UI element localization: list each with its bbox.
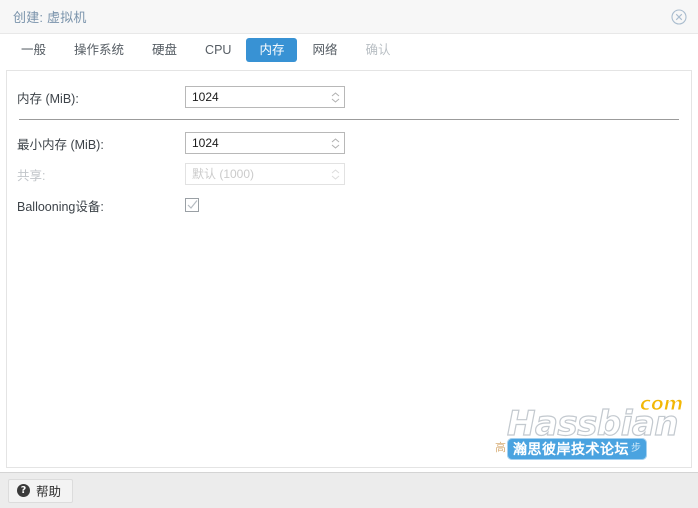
shares-input: 默认 (1000) xyxy=(185,163,345,185)
tab-network[interactable]: 网络 xyxy=(299,38,350,62)
watermark-badge-text: 瀚思彼岸技术论坛 xyxy=(513,441,629,457)
tab-cpu[interactable]: CPU xyxy=(192,38,244,62)
spinner-arrows-icon[interactable] xyxy=(326,87,344,107)
help-button[interactable]: ? 帮助 xyxy=(8,478,74,503)
memory-settings-panel: 内存 (MiB): 1024 最小内存 (MiB): 1024 共享: 默认 (… xyxy=(6,70,692,468)
question-mark-icon: ? xyxy=(17,484,30,497)
spinner-arrows-icon[interactable] xyxy=(326,133,344,153)
tab-disk[interactable]: 硬盘 xyxy=(139,38,190,62)
memory-label: 内存 (MiB): xyxy=(17,91,79,106)
form-row-min-memory: 最小内存 (MiB): 1024 xyxy=(17,129,681,157)
memory-value: 1024 xyxy=(192,90,219,104)
section-divider xyxy=(19,119,679,120)
min-memory-label: 最小内存 (MiB): xyxy=(17,137,104,152)
create-vm-dialog: 创建: 虚拟机 一般 操作系统 硬盘 CPU 内存 网络 确认 内存 (MiB)… xyxy=(0,0,698,508)
tab-confirm: 确认 xyxy=(365,43,391,57)
watermark-badge: 瀚思彼岸技术论坛 步 xyxy=(507,438,647,460)
close-icon[interactable] xyxy=(669,7,689,27)
dialog-titlebar: 创建: 虚拟机 xyxy=(0,0,698,34)
form-row-shares: 共享: 默认 (1000) xyxy=(17,160,681,188)
memory-form: 内存 (MiB): 1024 最小内存 (MiB): 1024 共享: 默认 (… xyxy=(7,71,691,219)
watermark-badge-extra: 步 xyxy=(631,443,641,454)
watermark-behind-text: 高 xyxy=(495,442,506,454)
memory-input[interactable]: 1024 xyxy=(185,86,345,108)
min-memory-value: 1024 xyxy=(192,136,219,150)
min-memory-input[interactable]: 1024 xyxy=(185,132,345,154)
check-icon xyxy=(187,200,197,209)
spinner-arrows-icon xyxy=(326,164,344,184)
tab-os[interactable]: 操作系统 xyxy=(61,38,137,62)
watermark-tld: com xyxy=(639,393,684,415)
dialog-toolbar: ? 帮助 xyxy=(0,472,698,508)
help-button-label: 帮助 xyxy=(36,485,62,499)
shares-placeholder: 默认 (1000) xyxy=(192,167,255,181)
ballooning-checkbox[interactable] xyxy=(185,198,199,212)
watermark-brand: Hassbian xyxy=(506,404,679,444)
tab-general[interactable]: 一般 xyxy=(8,38,59,62)
tab-memory[interactable]: 内存 xyxy=(246,38,298,62)
ballooning-label: Ballooning设备: xyxy=(17,199,104,214)
form-row-memory: 内存 (MiB): 1024 xyxy=(17,83,681,111)
wizard-tabbar: 一般 操作系统 硬盘 CPU 内存 网络 确认 xyxy=(0,34,698,66)
shares-label: 共享: xyxy=(17,168,46,183)
watermark: 高 Hassbian com 瀚思彼岸技术论坛 步 xyxy=(493,393,689,467)
form-row-ballooning: Ballooning设备: xyxy=(17,191,681,219)
dialog-title: 创建: 虚拟机 xyxy=(13,10,87,25)
